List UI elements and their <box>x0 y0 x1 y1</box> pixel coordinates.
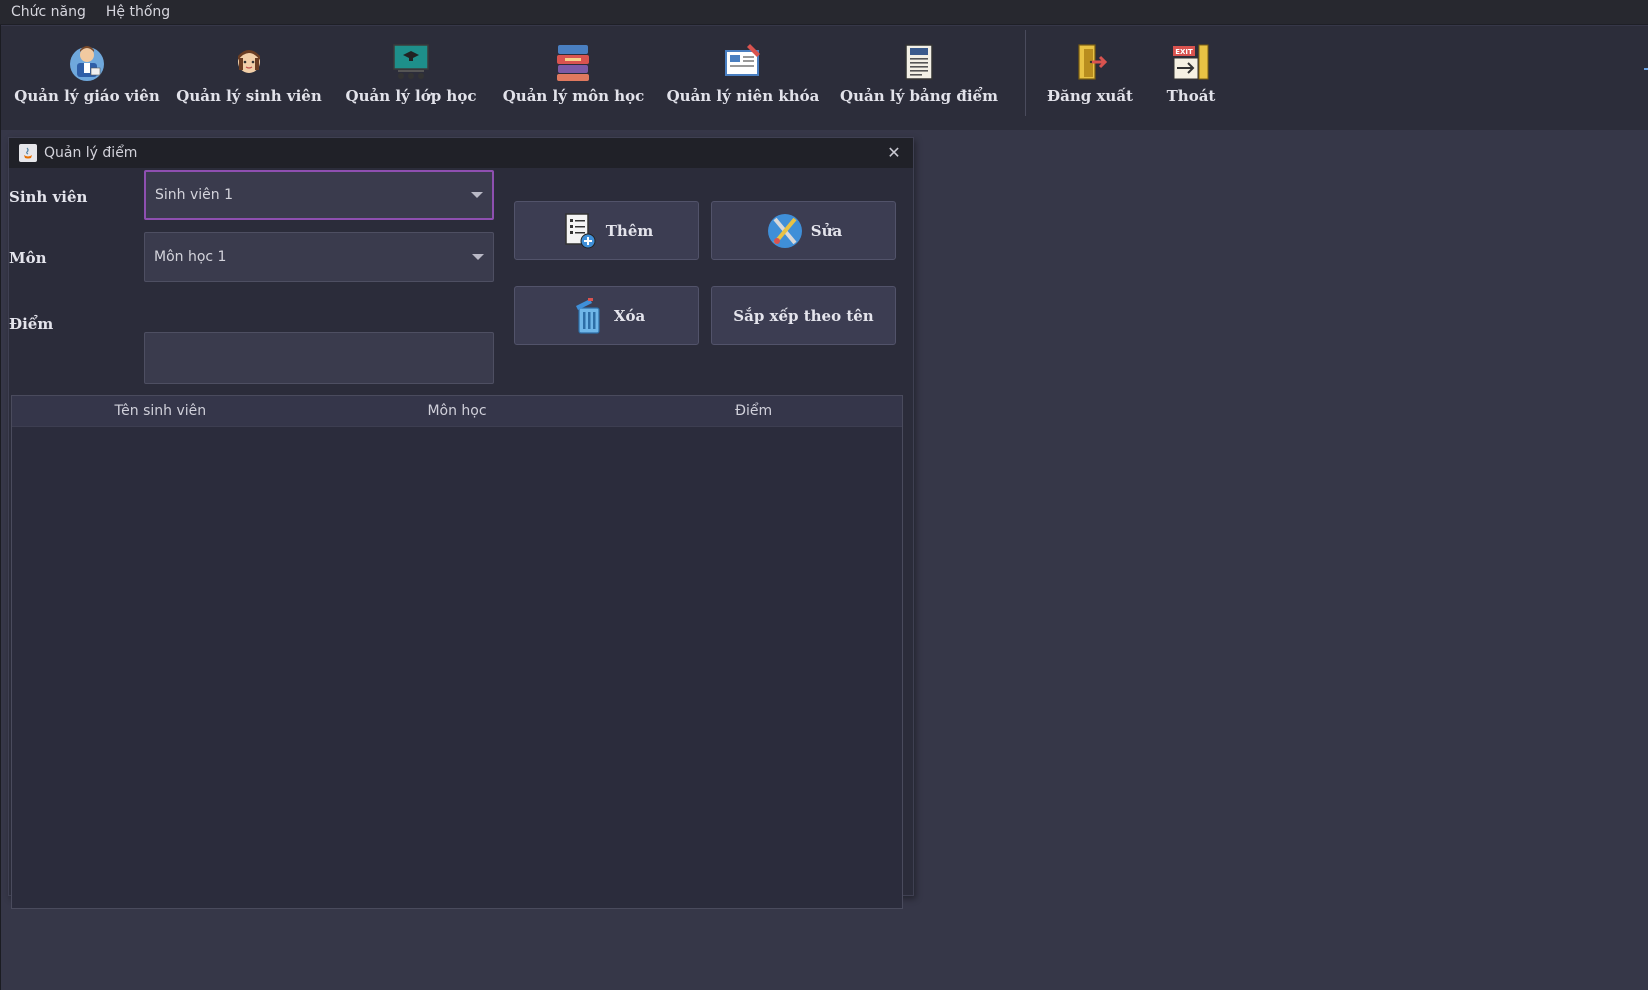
sort-by-name-label: Sắp xếp theo tên <box>733 306 874 325</box>
toolbar-academic-year-label: Quản lý niên khóa <box>666 87 820 105</box>
toolbar-classroom-label: Quản lý lớp học <box>345 87 477 105</box>
svg-text:EXIT: EXIT <box>1175 48 1193 56</box>
table-header: Tên sinh viên Môn học Điểm <box>12 396 902 427</box>
chevron-down-icon[interactable] <box>472 254 484 260</box>
report-document-icon <box>905 44 933 80</box>
toolbar-logout-button[interactable]: Đăng xuất <box>1045 26 1135 130</box>
delete-button[interactable]: Xóa <box>514 286 699 345</box>
student-icon <box>238 50 260 73</box>
toolbar-scoreboard-button[interactable]: Quản lý bảng điểm <box>840 26 998 130</box>
toolbar-logout-label: Đăng xuất <box>1047 87 1133 105</box>
menubar: Chức năng Hệ thống <box>0 0 1648 25</box>
add-button[interactable]: Thêm <box>514 201 699 260</box>
edge-marker <box>1644 68 1648 70</box>
toolbar-exit-button[interactable]: EXIT Thoát <box>1151 26 1231 130</box>
score-management-window: Quản lý điểm ✕ Sinh viên Sinh viên 1 Môn… <box>8 137 914 909</box>
exit-sign-icon: EXIT <box>1173 44 1209 80</box>
student-label: Sinh viên <box>9 188 88 206</box>
add-button-label: Thêm <box>605 221 654 240</box>
toolbar: Quản lý giáo viên Quản lý sinh viên Quản… <box>1 26 1648 130</box>
chevron-down-icon[interactable] <box>471 192 483 198</box>
window-content: Sinh viên Sinh viên 1 Môn Môn học 1 Điểm… <box>9 168 913 909</box>
toolbar-teacher-label: Quản lý giáo viên <box>14 87 160 105</box>
books-icon <box>557 45 589 81</box>
column-header-student-name[interactable]: Tên sinh viên <box>12 396 309 426</box>
score-input[interactable] <box>144 332 494 384</box>
toolbar-teacher-button[interactable]: Quản lý giáo viên <box>14 26 160 130</box>
toolbar-separator <box>1025 30 1026 116</box>
sort-by-name-button[interactable]: Sắp xếp theo tên <box>711 286 896 345</box>
toolbar-classroom-button[interactable]: Quản lý lớp học <box>346 26 476 130</box>
teacher-icon <box>70 46 104 81</box>
close-icon[interactable]: ✕ <box>883 142 905 164</box>
column-header-score[interactable]: Điểm <box>605 396 902 426</box>
score-label: Điểm <box>9 315 54 333</box>
add-list-icon <box>565 212 596 248</box>
window-titlebar[interactable]: Quản lý điểm ✕ <box>9 138 913 168</box>
subject-combobox[interactable]: Môn học 1 <box>144 232 494 282</box>
toolbar-academic-year-button[interactable]: Quản lý niên khóa <box>667 26 819 130</box>
score-table[interactable]: Tên sinh viên Môn học Điểm <box>11 395 903 909</box>
logout-door-icon <box>1078 44 1108 80</box>
toolbar-exit-label: Thoát <box>1166 87 1216 105</box>
window-left-edge <box>0 25 1 990</box>
java-app-icon <box>19 144 37 162</box>
table-body[interactable] <box>12 427 902 909</box>
window-title: Quản lý điểm <box>44 145 138 161</box>
edit-button-label: Sửa <box>810 221 843 240</box>
toolbar-student-button[interactable]: Quản lý sinh viên <box>176 26 322 130</box>
student-combobox-value: Sinh viên 1 <box>155 187 233 203</box>
subject-combobox-value: Môn học 1 <box>154 249 227 265</box>
toolbar-subjects-label: Quản lý môn học <box>502 87 645 105</box>
menu-chuc-nang[interactable]: Chức năng <box>4 4 93 20</box>
toolbar-subjects-button[interactable]: Quản lý môn học <box>503 26 644 130</box>
calendar-book-icon <box>725 44 760 76</box>
classroom-icon <box>393 44 429 79</box>
tools-icon <box>767 213 802 248</box>
trash-icon <box>575 297 600 334</box>
subject-label: Môn <box>9 249 47 267</box>
menu-he-thong[interactable]: Hệ thống <box>99 4 177 20</box>
toolbar-scoreboard-label: Quản lý bảng điểm <box>840 87 998 105</box>
edit-button[interactable]: Sửa <box>711 201 896 260</box>
student-combobox[interactable]: Sinh viên 1 <box>144 170 494 220</box>
delete-button-label: Xóa <box>613 306 646 325</box>
column-header-subject[interactable]: Môn học <box>309 396 606 426</box>
toolbar-student-label: Quản lý sinh viên <box>176 87 322 105</box>
